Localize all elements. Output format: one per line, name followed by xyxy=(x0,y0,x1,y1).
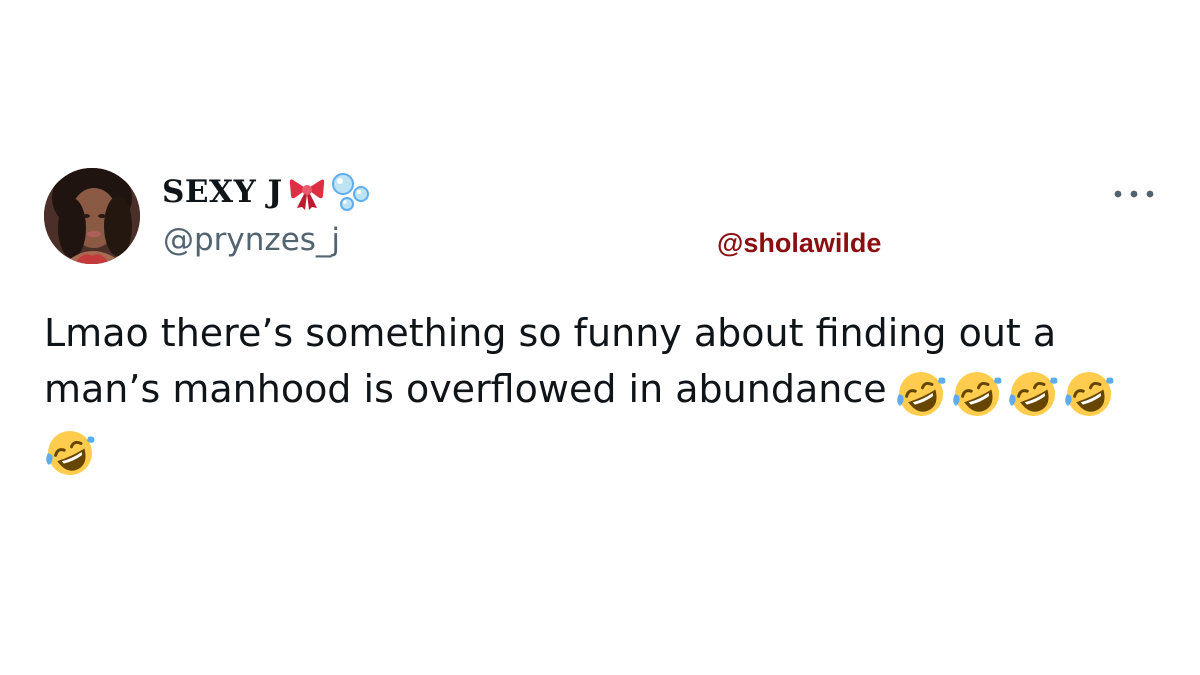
rolling-on-floor-laughing-icon xyxy=(1008,371,1057,416)
rolling-on-floor-laughing-icon xyxy=(1064,371,1113,416)
tweet-text-line-2-text: man’s manhood is overflowed in abundance xyxy=(44,367,887,411)
tweet-text-line-1: Lmao there’s something so funny about fi… xyxy=(44,311,1057,355)
display-name-row[interactable]: SEXY J xyxy=(162,170,373,214)
laughing-emoji-row xyxy=(895,363,1119,420)
rolling-on-floor-laughing-icon xyxy=(896,371,945,416)
display-name[interactable]: SEXY J xyxy=(162,174,283,210)
avatar-image xyxy=(44,168,140,264)
tweet-text-line-3 xyxy=(44,420,1154,479)
rolling-on-floor-laughing-icon xyxy=(952,371,1001,416)
bubbles-icon xyxy=(331,173,369,211)
more-horizontal-icon[interactable] xyxy=(1112,185,1156,203)
tweet-card: SEXY J @prynzes_j @sholawilde Lmao there… xyxy=(0,0,1200,675)
avatar[interactable] xyxy=(44,168,140,264)
laughing-emoji-row-2 xyxy=(44,422,100,479)
watermark-text: @sholawilde xyxy=(717,228,882,258)
tweet-text-line-2: man’s manhood is overflowed in abundance xyxy=(44,361,1154,420)
ribbon-icon xyxy=(289,179,324,210)
rolling-on-floor-laughing-icon xyxy=(46,430,95,475)
tweet-text: Lmao there’s something so funny about fi… xyxy=(44,305,1154,479)
user-handle[interactable]: @prynzes_j xyxy=(163,222,340,258)
